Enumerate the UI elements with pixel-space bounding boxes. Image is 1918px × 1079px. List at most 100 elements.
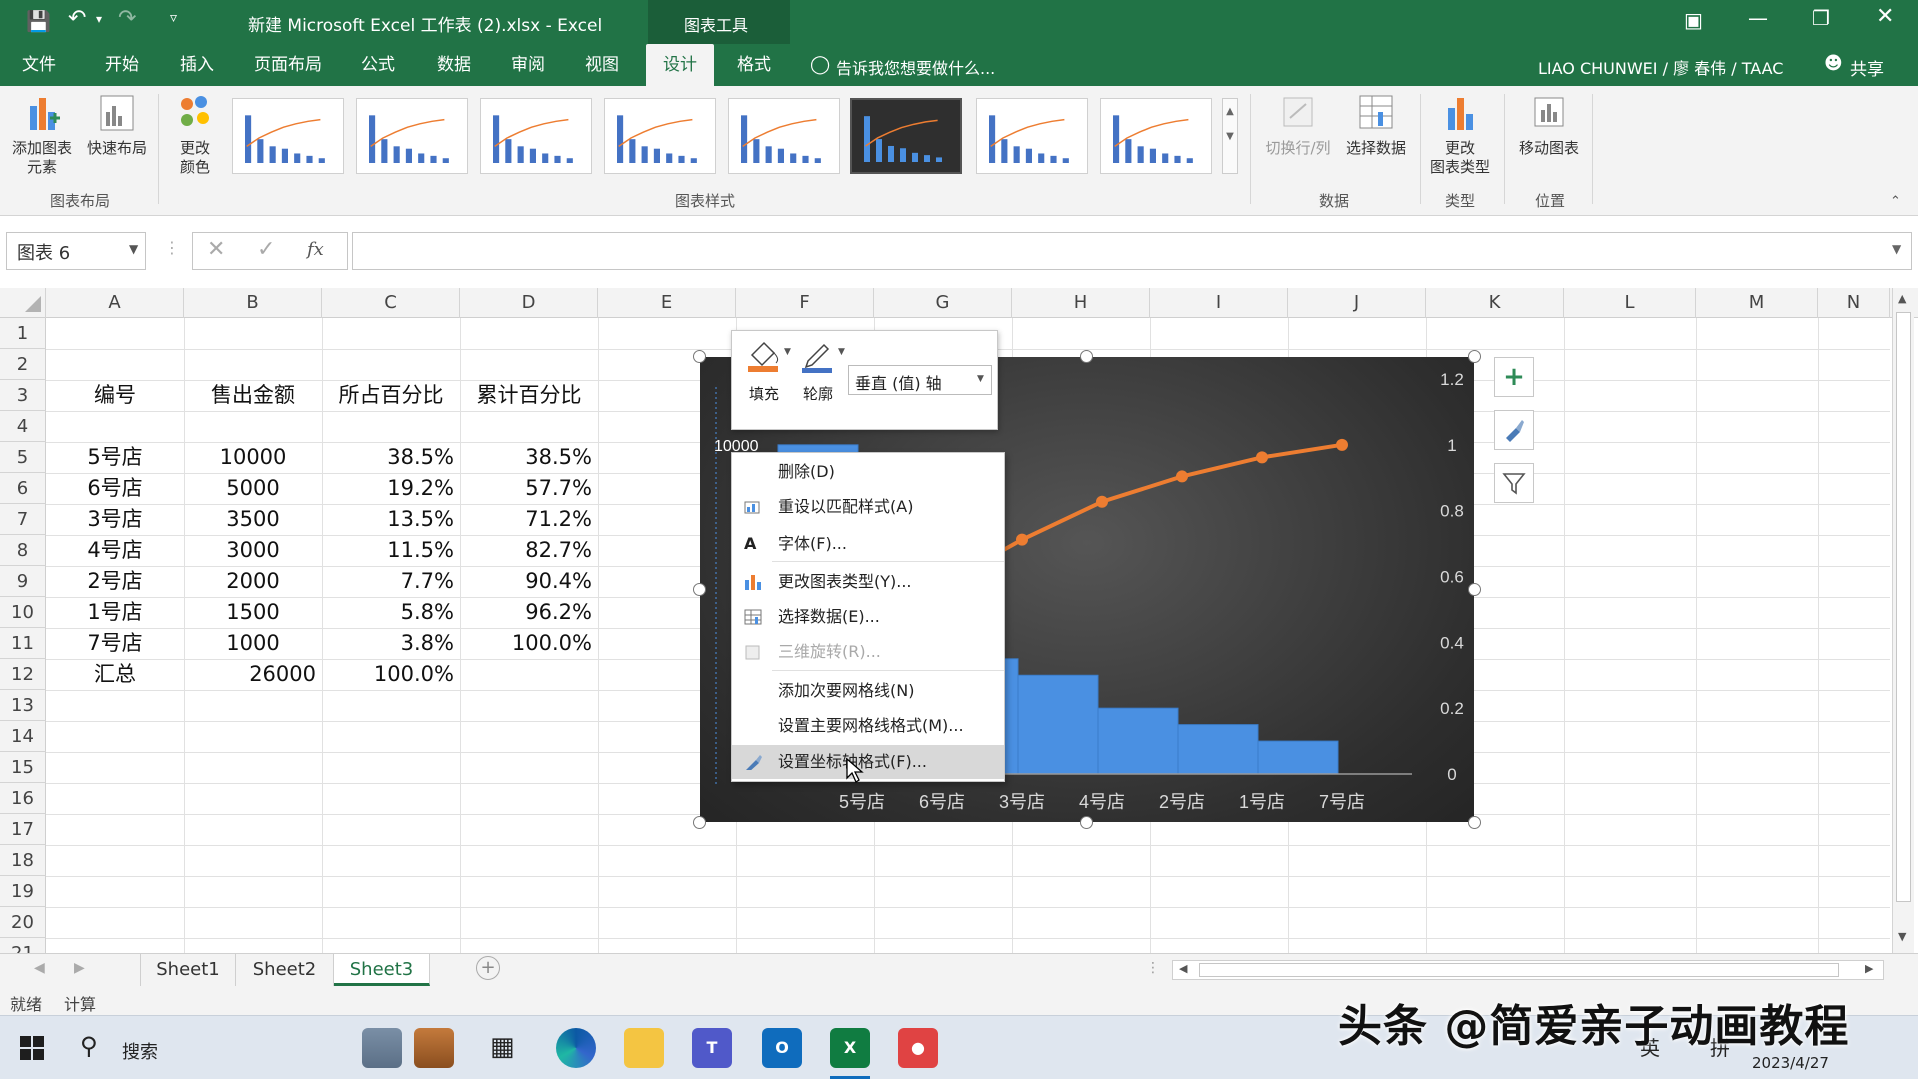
col-header-M[interactable]: M <box>1696 288 1818 318</box>
menu-reset-to-match-style[interactable]: 重设以匹配样式(A) <box>732 490 1004 524</box>
row-header-4[interactable]: 4 <box>0 411 46 442</box>
scroll-left-icon[interactable]: ◀ <box>1179 962 1187 975</box>
customize-qat-icon[interactable]: ▿ <box>170 10 177 26</box>
cell-D6[interactable]: 57.7% <box>460 473 592 503</box>
row-header-13[interactable]: 13 <box>0 690 46 721</box>
tab-home[interactable]: 开始 <box>88 44 156 86</box>
cell-C6[interactable]: 19.2% <box>322 473 454 503</box>
row-header-8[interactable]: 8 <box>0 535 46 566</box>
menu-3d-rotation[interactable]: 三维旋转(R)... <box>732 635 1004 669</box>
chart-style-4[interactable] <box>604 98 716 174</box>
row-header-20[interactable]: 20 <box>0 907 46 938</box>
task-view-icon[interactable]: ▦ <box>490 1032 515 1062</box>
gallery-down-icon[interactable]: ▼ <box>1223 124 1237 149</box>
cell-D10[interactable]: 96.2% <box>460 597 592 627</box>
cell-A8[interactable]: 4号店 <box>46 535 184 565</box>
chart-filters-button[interactable] <box>1494 463 1534 503</box>
file-explorer-icon[interactable] <box>624 1028 664 1068</box>
quick-layout-button[interactable]: 快速布局 <box>80 92 154 158</box>
vertical-scrollbar[interactable]: ▲ ▼ <box>1892 288 1914 953</box>
gallery-up-icon[interactable]: ▲ <box>1223 99 1237 124</box>
taskbar-search[interactable]: ⚲ 搜索 <box>66 1026 346 1070</box>
cell-A6[interactable]: 6号店 <box>46 473 184 503</box>
row-header-1[interactable]: 1 <box>0 318 46 349</box>
horizontal-scrollbar[interactable]: ◀ ▶ <box>1172 960 1884 980</box>
status-calculate[interactable]: 计算 <box>64 991 96 1015</box>
col-header-I[interactable]: I <box>1150 288 1288 318</box>
chart-handle-t[interactable] <box>1080 350 1093 363</box>
menu-select-data[interactable]: 选择数据(E)... <box>732 600 1004 634</box>
chart-handle-l[interactable] <box>693 583 706 596</box>
cell-A7[interactable]: 3号店 <box>46 504 184 534</box>
name-box[interactable]: 图表 6 ▼ <box>6 232 146 270</box>
row-header-7[interactable]: 7 <box>0 504 46 535</box>
enter-icon[interactable]: ✓ <box>257 237 275 262</box>
menu-change-chart-type[interactable]: 更改图表类型(Y)... <box>732 565 1004 599</box>
cell-B11[interactable]: 1000 <box>184 628 322 658</box>
cell-C7[interactable]: 13.5% <box>322 504 454 534</box>
teams-icon[interactable]: T <box>692 1028 732 1068</box>
col-header-J[interactable]: J <box>1288 288 1426 318</box>
tell-me-search[interactable]: 告诉我您想要做什么... <box>836 55 995 79</box>
col-header-N[interactable]: N <box>1818 288 1890 318</box>
sheet-tab-sheet2[interactable]: Sheet2 <box>236 954 334 986</box>
collapse-ribbon-icon[interactable]: ⌃ <box>1890 194 1901 209</box>
menu-format-major-gridlines[interactable]: 设置主要网格线格式(M)... <box>732 709 1004 743</box>
add-chart-element-button[interactable]: 添加图表 元素 <box>4 92 80 177</box>
row-header-16[interactable]: 16 <box>0 783 46 814</box>
cell-B3[interactable]: 售出金额 <box>184 380 322 410</box>
col-header-B[interactable]: B <box>184 288 322 318</box>
cell-C8[interactable]: 11.5% <box>322 535 454 565</box>
cell-C12[interactable]: 100.0% <box>322 659 454 689</box>
row-header-11[interactable]: 11 <box>0 628 46 659</box>
cell-C3[interactable]: 所占百分比 <box>322 380 460 410</box>
minimize-icon[interactable]: — <box>1748 6 1768 30</box>
col-header-C[interactable]: C <box>322 288 460 318</box>
chart-styles-button[interactable] <box>1494 410 1534 450</box>
chart-handle-b[interactable] <box>1080 816 1093 829</box>
tab-format[interactable]: 格式 <box>720 44 788 86</box>
tab-file[interactable]: 文件 <box>6 44 72 86</box>
row-header-2[interactable]: 2 <box>0 349 46 380</box>
cell-B6[interactable]: 5000 <box>184 473 322 503</box>
edge-icon[interactable] <box>556 1028 596 1068</box>
restore-icon[interactable]: ❐ <box>1812 6 1830 30</box>
fill-button[interactable]: 填充 <box>740 335 788 425</box>
col-header-L[interactable]: L <box>1564 288 1696 318</box>
chart-handle-tl[interactable] <box>693 350 706 363</box>
cell-B7[interactable]: 3500 <box>184 504 322 534</box>
cell-B8[interactable]: 3000 <box>184 535 322 565</box>
save-icon[interactable]: 💾 <box>26 9 51 33</box>
chart-handle-bl[interactable] <box>693 816 706 829</box>
cell-D3[interactable]: 累计百分比 <box>460 380 598 410</box>
col-header-A[interactable]: A <box>46 288 184 318</box>
cell-B9[interactable]: 2000 <box>184 566 322 596</box>
col-header-G[interactable]: G <box>874 288 1012 318</box>
row-header-5[interactable]: 5 <box>0 442 46 473</box>
undo-dropdown-icon[interactable]: ▾ <box>96 12 102 26</box>
cell-A11[interactable]: 7号店 <box>46 628 184 658</box>
cell-D7[interactable]: 71.2% <box>460 504 592 534</box>
menu-add-minor-gridlines[interactable]: 添加次要网格线(N) <box>732 674 1004 708</box>
tab-data[interactable]: 数据 <box>420 44 488 86</box>
col-header-E[interactable]: E <box>598 288 736 318</box>
taskbar-date[interactable]: 2023/4/27 <box>1752 1054 1829 1072</box>
cell-A10[interactable]: 1号店 <box>46 597 184 627</box>
row-header-14[interactable]: 14 <box>0 721 46 752</box>
row-header-17[interactable]: 17 <box>0 814 46 845</box>
outline-button[interactable]: 轮廓 <box>794 335 842 425</box>
briefcase-icon[interactable] <box>414 1028 454 1068</box>
horizontal-scroll-thumb[interactable] <box>1199 963 1839 977</box>
cell-C9[interactable]: 7.7% <box>322 566 454 596</box>
row-header-6[interactable]: 6 <box>0 473 46 504</box>
change-colors-button[interactable]: 更改 颜色 <box>158 92 232 177</box>
select-all-corner[interactable] <box>0 288 46 318</box>
tab-view[interactable]: 视图 <box>568 44 636 86</box>
vertical-scroll-thumb[interactable] <box>1896 312 1911 902</box>
col-header-H[interactable]: H <box>1012 288 1150 318</box>
undo-icon[interactable]: ↶ <box>68 6 86 31</box>
selector-dropdown-icon[interactable]: ▼ <box>977 374 984 384</box>
sheet-tab-sheet3[interactable]: Sheet3 <box>334 954 430 986</box>
chart-style-2[interactable] <box>356 98 468 174</box>
chart-handle-r[interactable] <box>1468 583 1481 596</box>
